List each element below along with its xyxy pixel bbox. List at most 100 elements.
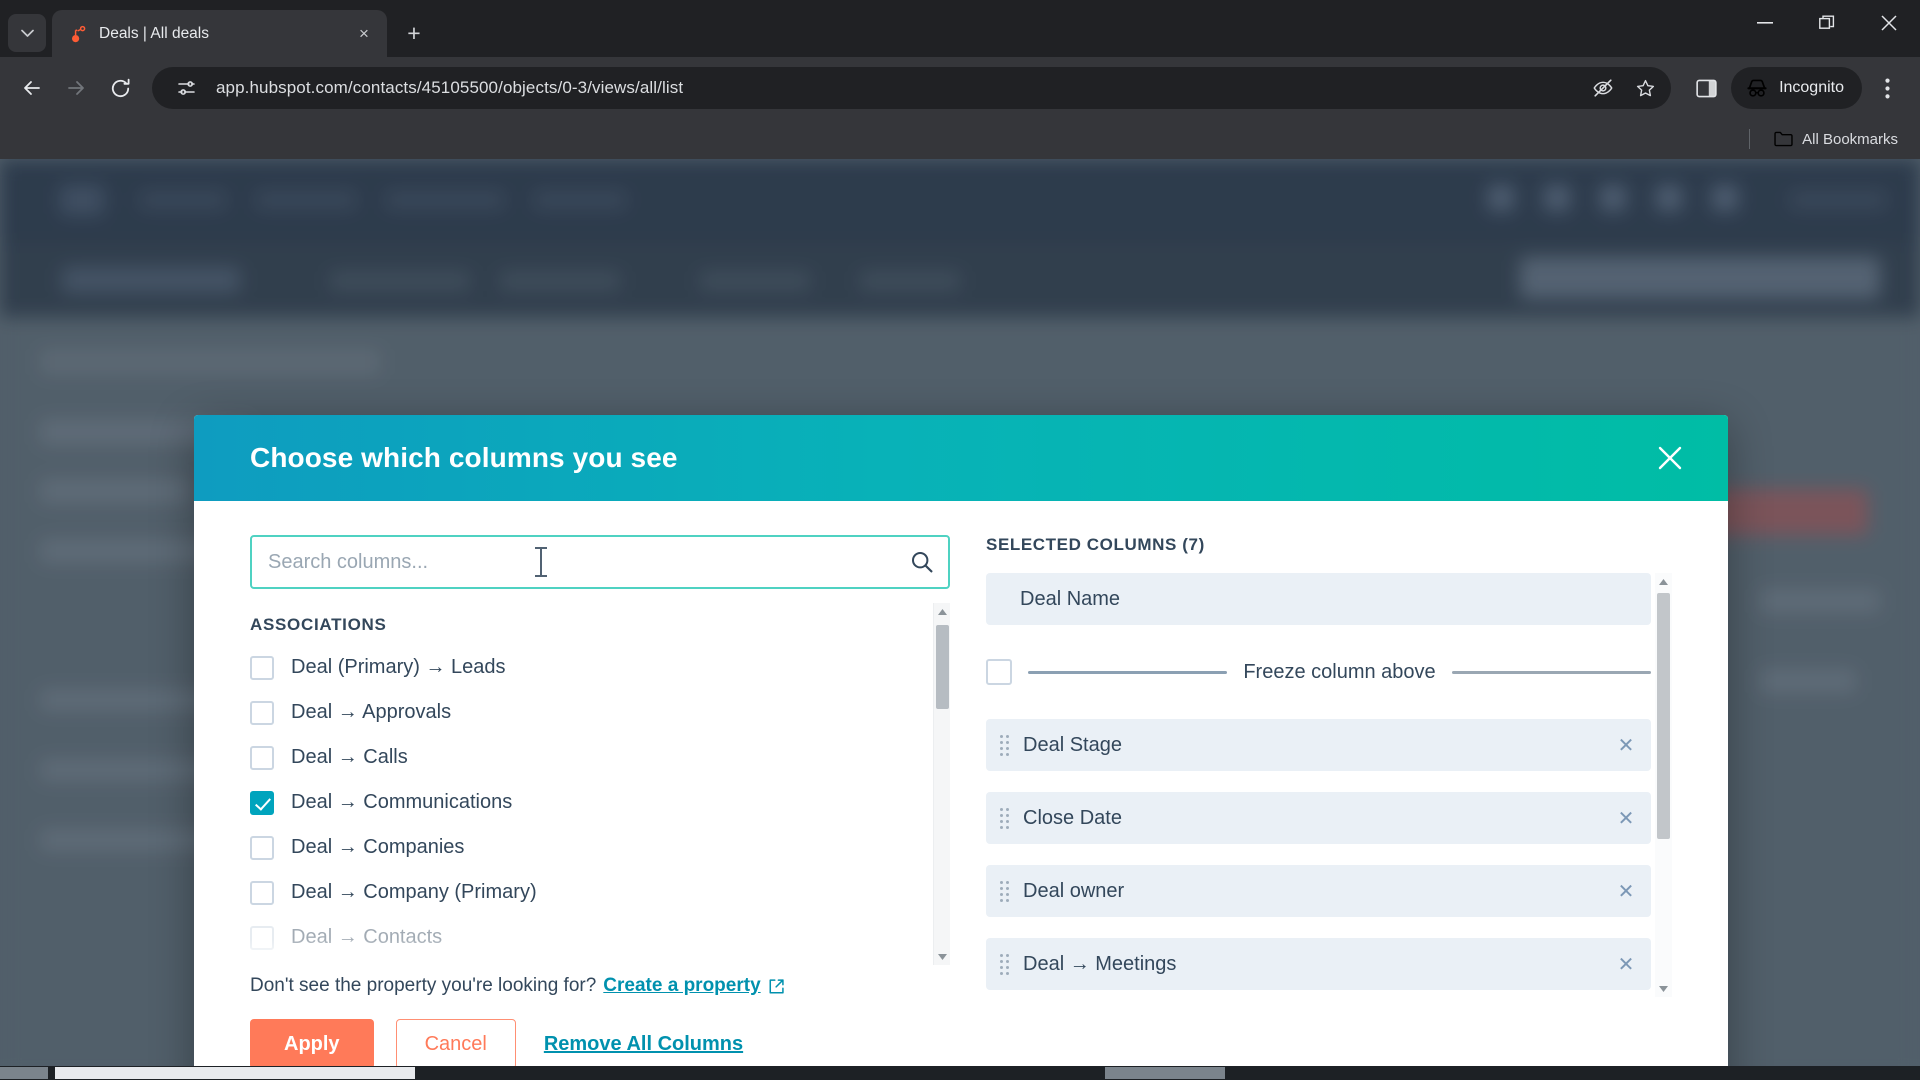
all-bookmarks-button[interactable]: All Bookmarks (1766, 127, 1906, 152)
freeze-checkbox-icon[interactable] (986, 659, 1012, 685)
scrollbar-thumb[interactable] (936, 625, 949, 709)
column-option-row[interactable]: Deal → Calls (250, 735, 933, 780)
create-property-link[interactable]: Create a property (603, 975, 760, 997)
remove-column-button[interactable]: ✕ (1615, 879, 1637, 904)
checkbox-icon[interactable] (250, 655, 274, 680)
close-window-button[interactable] (1858, 0, 1920, 46)
page-viewport: Choose which columns you see Search colu… (0, 159, 1920, 1080)
selected-column-label: Deal → Meetings (1023, 952, 1177, 975)
bookmarks-bar: All Bookmarks (0, 119, 1920, 159)
arrow-left-icon (24, 81, 40, 95)
forward-button[interactable] (56, 68, 96, 108)
all-bookmarks-label: All Bookmarks (1802, 130, 1898, 148)
chrome-menu-button[interactable] (1866, 67, 1908, 109)
column-option-row[interactable]: Deal → Company (Primary) (250, 870, 933, 915)
restore-button[interactable] (1796, 0, 1858, 46)
scroll-up-arrow-icon[interactable] (934, 603, 951, 620)
close-icon (1881, 15, 1897, 31)
reload-button[interactable] (100, 68, 140, 108)
remove-column-button[interactable]: ✕ (1615, 806, 1637, 831)
search-icon[interactable] (908, 548, 936, 576)
remove-all-columns-link[interactable]: Remove All Columns (544, 1033, 743, 1056)
three-dot-menu-icon (1884, 78, 1890, 98)
eye-slash-icon (1593, 79, 1613, 97)
checkbox-icon[interactable] (250, 835, 274, 860)
hint-text: Don't see the property you're looking fo… (250, 975, 597, 996)
column-option-label: Deal → Calls (291, 746, 408, 768)
remove-column-button[interactable]: ✕ (1615, 733, 1637, 758)
address-bar[interactable]: app.hubspot.com/contacts/45105500/object… (152, 67, 1672, 109)
selected-column-card[interactable]: Deal Stage ✕ (986, 719, 1651, 771)
browser-tab[interactable]: Deals | All deals × (52, 10, 387, 57)
bookmark-button[interactable] (1627, 70, 1663, 106)
new-tab-button[interactable]: + (397, 16, 431, 50)
horizontal-scrollbar-thumb[interactable] (55, 1067, 415, 1079)
side-panel-icon (1695, 79, 1717, 97)
choose-columns-modal: Choose which columns you see Search colu… (194, 415, 1728, 1080)
minimize-button[interactable] (1734, 0, 1796, 46)
tab-close-button[interactable]: × (351, 21, 377, 47)
cancel-button[interactable]: Cancel (395, 1019, 516, 1069)
column-option-row[interactable]: Deal → Companies (250, 825, 933, 870)
selected-column-card[interactable]: Deal Name (986, 573, 1651, 625)
external-link-icon[interactable] (768, 978, 785, 995)
back-button[interactable] (12, 68, 52, 108)
drag-handle-icon[interactable] (998, 733, 1010, 757)
drag-handle-icon[interactable] (998, 806, 1010, 830)
apply-button[interactable]: Apply (250, 1019, 374, 1069)
incognito-indicator[interactable]: Incognito (1731, 67, 1862, 109)
scrollbar-thumb[interactable] (1657, 593, 1670, 839)
page-horizontal-scrollbar[interactable] (0, 1066, 1920, 1080)
drag-handle-icon[interactable] (998, 879, 1010, 903)
open-in-new-icon (769, 978, 784, 993)
arrow-right-icon (68, 81, 84, 95)
scroll-down-arrow-icon[interactable] (1655, 980, 1672, 997)
magnifier-icon (912, 552, 933, 573)
modal-body: ASSOCIATIONS Deal (Primary) → Leads Deal… (194, 501, 1728, 997)
available-columns-panel: ASSOCIATIONS Deal (Primary) → Leads Deal… (250, 535, 950, 997)
browser-window: Deals | All deals × + app.hubspot.com/co… (0, 0, 1920, 1080)
column-option-row[interactable]: Deal → Approvals (250, 690, 933, 735)
column-option-label: Deal → Company (Primary) (291, 881, 537, 903)
selected-columns-scrollbar[interactable] (1655, 573, 1672, 997)
selected-columns-list: Deal Name Freeze column above Deal Stage… (986, 573, 1655, 997)
checkbox-checked-icon[interactable] (250, 790, 274, 815)
scroll-up-arrow-icon[interactable] (1655, 573, 1672, 590)
tab-strip: Deals | All deals × + (0, 0, 1920, 57)
modal-close-button[interactable] (1648, 436, 1692, 480)
site-settings-icon[interactable] (168, 70, 204, 106)
column-option-row[interactable]: Deal (Primary) → Leads (250, 645, 933, 690)
tracking-protection-button[interactable] (1585, 70, 1621, 106)
selected-column-card[interactable]: Close Date ✕ (986, 792, 1651, 844)
tab-search-button[interactable] (8, 14, 46, 52)
drag-handle-icon[interactable] (998, 952, 1010, 976)
available-columns-scrollbar[interactable] (933, 603, 950, 965)
selected-column-label: Deal Stage (1023, 733, 1122, 756)
column-option-label: Deal → Approvals (291, 701, 452, 723)
checkbox-icon[interactable] (250, 745, 274, 770)
freeze-column-row[interactable]: Freeze column above (986, 646, 1652, 698)
remove-column-button[interactable]: ✕ (1615, 952, 1637, 977)
checkbox-icon[interactable] (250, 925, 274, 950)
available-columns-list-area: ASSOCIATIONS Deal (Primary) → Leads Deal… (250, 603, 950, 965)
selected-column-card[interactable]: Deal → Meetings ✕ (986, 938, 1651, 990)
selected-column-label: Deal Name (1020, 587, 1121, 610)
restore-icon (1819, 15, 1835, 29)
minimize-icon (1757, 22, 1773, 24)
window-controls (1734, 0, 1920, 46)
column-option-row[interactable]: Deal → Contacts (250, 915, 933, 960)
search-columns-input[interactable] (250, 535, 950, 589)
selected-columns-heading: SELECTED COLUMNS (7) (986, 535, 1205, 554)
selected-column-label: Deal owner (1023, 879, 1125, 902)
hubspot-sprocket-icon (68, 24, 88, 44)
split-view-button[interactable] (1685, 67, 1727, 109)
freeze-line-right (1451, 670, 1652, 674)
tab-title: Deals | All deals (99, 24, 209, 42)
scroll-down-arrow-icon[interactable] (934, 948, 951, 965)
selected-column-card[interactable]: Deal owner ✕ (986, 865, 1651, 917)
checkbox-icon[interactable] (250, 700, 274, 725)
column-option-row[interactable]: Deal → Communications (250, 780, 933, 825)
checkbox-icon[interactable] (250, 880, 274, 905)
selected-columns-panel: SELECTED COLUMNS (7) Deal Name Freeze co… (986, 535, 1672, 997)
incognito-label: Incognito (1779, 79, 1844, 96)
